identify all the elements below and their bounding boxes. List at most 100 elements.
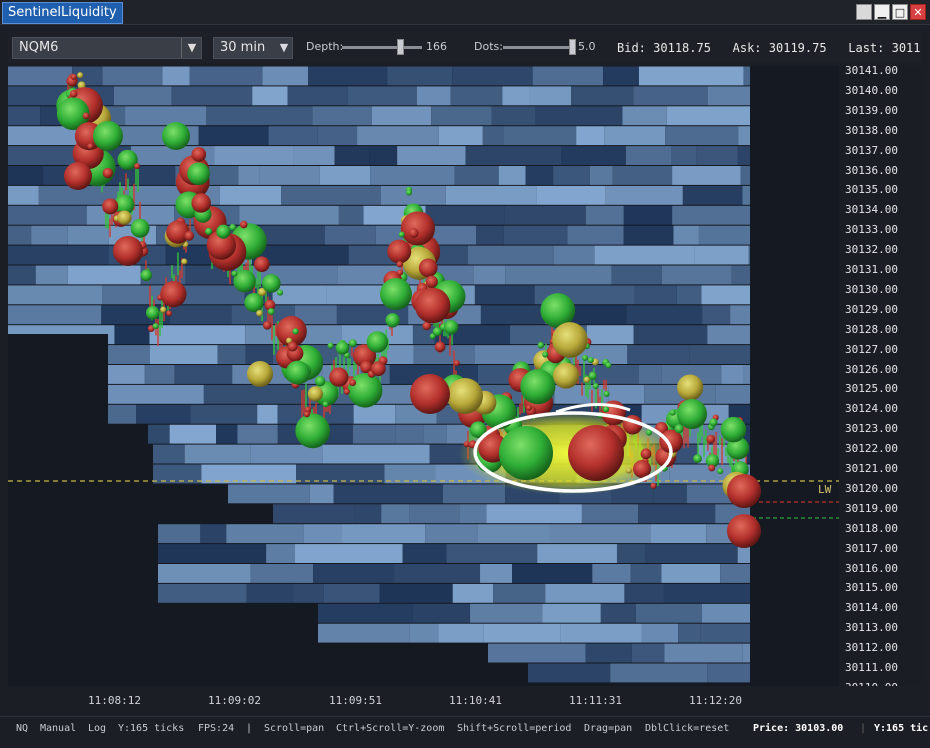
heat-cell: [102, 66, 163, 86]
trade-bubble: [166, 220, 190, 244]
heat-cell: [293, 146, 335, 165]
heatmap-canvas[interactable]: [8, 66, 839, 686]
price-tick-label: 30130.00: [845, 282, 898, 296]
heat-cell: [412, 603, 471, 623]
heat-cell: [666, 106, 750, 126]
heat-cell: [707, 663, 750, 683]
heat-cell: [624, 583, 664, 603]
price-axis[interactable]: 30141.00 30140.00 30139.00 30138.00 30137.00…: [839, 66, 922, 686]
price-tick-label: 30112.00: [845, 641, 898, 655]
heat-cell: [303, 524, 342, 544]
heat-cell: [465, 146, 562, 165]
heat-cell: [371, 106, 432, 126]
trade-bubble: [160, 306, 167, 313]
heat-cell: [612, 166, 673, 185]
chevron-down-icon[interactable]: ▼: [181, 38, 202, 58]
heat-cell: [631, 643, 665, 663]
minimize-icon-button[interactable]: ▁: [874, 4, 890, 20]
heat-cell: [333, 484, 443, 504]
heat-cell: [384, 464, 436, 484]
heat-cell: [190, 404, 258, 424]
heat-cell: [219, 185, 282, 205]
heat-cell: [423, 424, 447, 444]
heat-cell: [701, 285, 750, 305]
liquidity-heatmap-plot[interactable]: [8, 66, 839, 686]
trade-bubble: [216, 224, 231, 239]
large-trade-bubble: [113, 236, 143, 266]
heat-cell: [395, 424, 424, 444]
heat-cell: [445, 185, 537, 205]
trade-bubble: [256, 309, 263, 317]
price-tick-label: 30124.00: [845, 402, 898, 416]
heat-cell: [742, 185, 750, 205]
price-tick-label: 30125.00: [845, 382, 898, 396]
depth-slider[interactable]: [342, 46, 422, 49]
price-tick-label: 30115.00: [845, 581, 898, 595]
heat-cell: [402, 544, 447, 563]
dots-slider-thumb[interactable]: [569, 39, 576, 55]
heat-cell: [125, 106, 207, 126]
price-tick-label: 30140.00: [845, 83, 898, 97]
dots-label: Dots:: [474, 40, 503, 53]
trade-bubble: [625, 467, 632, 474]
trade-bubble: [102, 198, 119, 215]
price-tick-label: 30122.00: [845, 442, 898, 456]
heat-cell: [162, 66, 190, 86]
heat-cell: [237, 424, 278, 444]
heat-cell: [262, 66, 309, 86]
heat-cell: [206, 106, 313, 126]
minimize-button[interactable]: [856, 4, 872, 20]
heat-cell: [158, 583, 247, 603]
trade-bubble: [82, 112, 90, 120]
close-button[interactable]: ✕: [910, 4, 926, 20]
price-tick-label: 30116.00: [845, 561, 898, 575]
trade-bubble: [205, 227, 213, 235]
heat-cell: [689, 345, 750, 364]
trade-bubble: [709, 418, 718, 427]
depth-slider-thumb[interactable]: [396, 39, 404, 55]
trade-bubble: [387, 239, 412, 264]
heat-cell: [454, 166, 499, 185]
trade-bubble: [587, 357, 594, 364]
symbol-dropdown[interactable]: NQM6: [12, 37, 202, 59]
heat-cell: [473, 265, 506, 285]
heat-cell: [581, 504, 639, 524]
heat-cell: [738, 126, 750, 146]
maximize-button[interactable]: □: [892, 4, 908, 20]
price-tick-label: 30141.00: [845, 66, 898, 77]
heat-cell: [676, 285, 702, 305]
large-trade-bubble: [64, 162, 92, 190]
heat-cell: [545, 583, 625, 603]
heat-cell: [338, 205, 364, 225]
trade-bubble: [592, 383, 599, 390]
heat-cell: [397, 146, 466, 165]
heat-cell: [148, 424, 170, 444]
trade-bubble: [287, 341, 298, 352]
heat-cell: [319, 166, 371, 185]
heat-cell: [387, 66, 453, 86]
hint-shift-scroll: Shift+Scroll=period: [457, 723, 572, 734]
trade-bubble: [285, 360, 310, 385]
heat-cell: [682, 185, 743, 205]
heat-cell: [357, 126, 439, 146]
trade-bubble: [335, 341, 350, 355]
trade-bubble: [708, 464, 716, 472]
trade-bubble: [187, 162, 210, 186]
chevron-down-icon[interactable]: ▼: [277, 38, 291, 58]
time-axis[interactable]: 11:08:12 11:09:02 11:09:51 11:10:41 11:11:31…: [8, 686, 839, 714]
trade-bubble: [537, 341, 545, 349]
heat-cell: [8, 285, 103, 305]
heat-cell: [452, 583, 494, 603]
trade-bubble: [254, 256, 270, 272]
heat-cell: [600, 603, 636, 623]
heat-cell: [293, 583, 324, 603]
heat-cell: [150, 345, 218, 364]
trade-bubble: [229, 223, 237, 231]
heat-cell: [498, 166, 526, 185]
dots-slider[interactable]: [503, 46, 573, 49]
trade-bubble: [385, 313, 400, 328]
heat-cell: [425, 524, 478, 544]
time-tick-label: 11:11:31: [569, 694, 622, 707]
heat-cell: [603, 66, 639, 86]
heat-cell: [672, 205, 750, 225]
